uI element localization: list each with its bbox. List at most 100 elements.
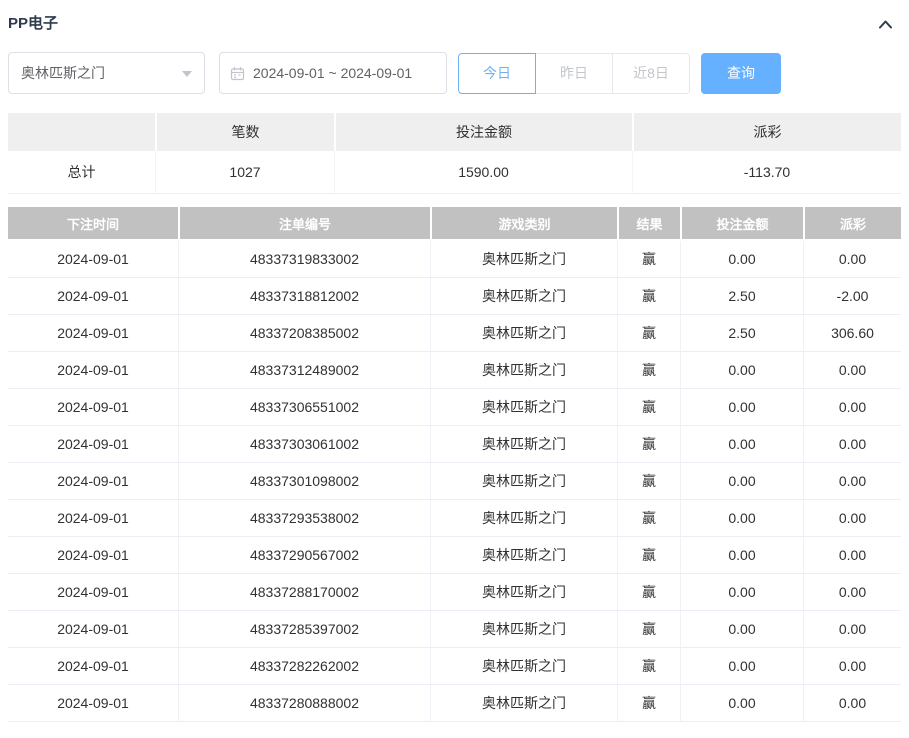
cell-payout: 0.00 xyxy=(803,648,901,685)
column-header-game-category: 游戏类别 xyxy=(430,207,617,241)
cell-order-number: 48337319833002 xyxy=(178,241,430,278)
cell-bet-amount: 0.00 xyxy=(680,574,803,611)
cell-game-category: 奥林匹斯之门 xyxy=(430,241,617,278)
cell-bet-amount: 0.00 xyxy=(680,463,803,500)
cell-bet-time: 2024-09-01 xyxy=(8,537,178,574)
cell-order-number: 48337293538002 xyxy=(178,500,430,537)
cell-bet-time: 2024-09-01 xyxy=(8,574,178,611)
cell-bet-time: 2024-09-01 xyxy=(8,685,178,722)
summary-header-empty xyxy=(8,113,155,151)
cell-game-category: 奥林匹斯之门 xyxy=(430,426,617,463)
summary-header-payout: 派彩 xyxy=(632,113,901,151)
table-row: 2024-09-01 48337280888002 奥林匹斯之门赢 0.00 0.00 xyxy=(8,685,901,722)
cell-payout: 0.00 xyxy=(803,537,901,574)
column-header-bet-time: 下注时间 xyxy=(8,207,178,241)
chevron-down-icon xyxy=(182,70,192,82)
cell-order-number: 48337280888002 xyxy=(178,685,430,722)
game-select[interactable]: 奥林匹斯之门 xyxy=(8,52,205,94)
date-range-value: 2024-09-01 ~ 2024-09-01 xyxy=(253,65,413,81)
cell-result: 赢 xyxy=(617,537,680,574)
table-row: 2024-09-01 48337208385002 奥林匹斯之门赢 2.50 306.6… xyxy=(8,315,901,352)
column-header-order-number: 注单编号 xyxy=(178,207,430,241)
cell-result: 赢 xyxy=(617,648,680,685)
cell-payout: 0.00 xyxy=(803,352,901,389)
quick-filter-today-button[interactable]: 今日 xyxy=(458,52,536,94)
table-row: 2024-09-01 48337290567002 奥林匹斯之门赢 0.00 0.00 xyxy=(8,537,901,574)
cell-order-number: 48337208385002 xyxy=(178,315,430,352)
cell-result: 赢 xyxy=(617,315,680,352)
cell-bet-amount: 0.00 xyxy=(680,352,803,389)
cell-result: 赢 xyxy=(617,352,680,389)
quick-filter-yesterday-button[interactable]: 昨日 xyxy=(535,52,613,94)
table-header-row: 下注时间 注单编号 游戏类别 结果 投注金额 派彩 xyxy=(8,207,901,241)
chevron-up-icon xyxy=(878,19,893,29)
summary-total-bet-amount: 1590.00 xyxy=(334,151,632,194)
table-row: 2024-09-01 48337288170002 奥林匹斯之门赢 0.00 0.00 xyxy=(8,574,901,611)
cell-bet-amount: 0.00 xyxy=(680,611,803,648)
search-button[interactable]: 查询 xyxy=(701,52,781,94)
quick-filter-last8days-button[interactable]: 近8日 xyxy=(612,52,690,94)
cell-bet-amount: 0.00 xyxy=(680,685,803,722)
summary-total-payout: -113.70 xyxy=(632,151,901,194)
cell-game-category: 奥林匹斯之门 xyxy=(430,611,617,648)
bet-records-table: 下注时间 注单编号 游戏类别 结果 投注金额 派彩 2024-09-01 4833… xyxy=(8,207,901,722)
cell-result: 赢 xyxy=(617,426,680,463)
cell-order-number: 48337318812002 xyxy=(178,278,430,315)
cell-bet-amount: 2.50 xyxy=(680,278,803,315)
cell-bet-time: 2024-09-01 xyxy=(8,611,178,648)
table-row: 2024-09-01 48337293538002 奥林匹斯之门赢 0.00 0.00 xyxy=(8,500,901,537)
cell-game-category: 奥林匹斯之门 xyxy=(430,352,617,389)
cell-payout: 0.00 xyxy=(803,500,901,537)
cell-bet-time: 2024-09-01 xyxy=(8,278,178,315)
table-row: 2024-09-01 48337282262002 奥林匹斯之门赢 0.00 0.00 xyxy=(8,648,901,685)
date-range-input[interactable]: 2024-09-01 ~ 2024-09-01 xyxy=(219,52,447,94)
summary-header-bet-amount: 投注金额 xyxy=(334,113,632,151)
summary-table: 笔数 投注金额 派彩 总计 1027 1590.00 -113.70 xyxy=(8,113,901,194)
table-row: 2024-09-01 48337303061002 奥林匹斯之门赢 0.00 0.00 xyxy=(8,426,901,463)
cell-result: 赢 xyxy=(617,500,680,537)
game-select-value: 奥林匹斯之门 xyxy=(21,65,105,81)
cell-order-number: 48337290567002 xyxy=(178,537,430,574)
cell-order-number: 48337288170002 xyxy=(178,574,430,611)
summary-total-label: 总计 xyxy=(8,151,155,194)
cell-game-category: 奥林匹斯之门 xyxy=(430,648,617,685)
cell-bet-amount: 0.00 xyxy=(680,537,803,574)
calendar-icon xyxy=(230,66,245,81)
cell-order-number: 48337285397002 xyxy=(178,611,430,648)
cell-order-number: 48337306551002 xyxy=(178,389,430,426)
cell-bet-amount: 0.00 xyxy=(680,389,803,426)
cell-game-category: 奥林匹斯之门 xyxy=(430,500,617,537)
summary-header-count: 笔数 xyxy=(155,113,334,151)
collapse-button[interactable] xyxy=(870,19,901,29)
cell-result: 赢 xyxy=(617,278,680,315)
bet-table-body: 2024-09-01 48337319833002 奥林匹斯之门赢 0.00 0.00 2… xyxy=(8,241,901,722)
cell-bet-time: 2024-09-01 xyxy=(8,426,178,463)
cell-bet-time: 2024-09-01 xyxy=(8,315,178,352)
table-row: 2024-09-01 48337312489002 奥林匹斯之门赢 0.00 0.00 xyxy=(8,352,901,389)
cell-bet-time: 2024-09-01 xyxy=(8,389,178,426)
cell-bet-amount: 0.00 xyxy=(680,426,803,463)
cell-payout: 0.00 xyxy=(803,389,901,426)
table-row: 2024-09-01 48337319833002 奥林匹斯之门赢 0.00 0.00 xyxy=(8,241,901,278)
cell-payout: 0.00 xyxy=(803,685,901,722)
cell-payout: 0.00 xyxy=(803,574,901,611)
cell-payout: 0.00 xyxy=(803,611,901,648)
cell-result: 赢 xyxy=(617,685,680,722)
cell-order-number: 48337303061002 xyxy=(178,426,430,463)
cell-game-category: 奥林匹斯之门 xyxy=(430,389,617,426)
panel: PP电子 奥林匹斯之门 2024-09-01 ~ 2024-09-01 今日 昨… xyxy=(0,0,909,722)
table-row: 2024-09-01 48337301098002 奥林匹斯之门赢 0.00 0.00 xyxy=(8,463,901,500)
cell-order-number: 48337312489002 xyxy=(178,352,430,389)
cell-bet-amount: 0.00 xyxy=(680,500,803,537)
cell-result: 赢 xyxy=(617,611,680,648)
cell-payout: -2.00 xyxy=(803,278,901,315)
cell-bet-time: 2024-09-01 xyxy=(8,648,178,685)
cell-result: 赢 xyxy=(617,574,680,611)
table-row: 2024-09-01 48337306551002 奥林匹斯之门赢 0.00 0.00 xyxy=(8,389,901,426)
cell-payout: 0.00 xyxy=(803,426,901,463)
panel-title: PP电子 xyxy=(8,15,59,32)
cell-result: 赢 xyxy=(617,389,680,426)
column-header-payout: 派彩 xyxy=(803,207,901,241)
cell-payout: 306.60 xyxy=(803,315,901,352)
cell-game-category: 奥林匹斯之门 xyxy=(430,463,617,500)
